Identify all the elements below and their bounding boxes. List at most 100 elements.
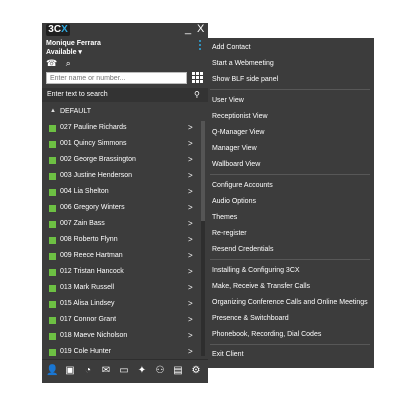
menu-divider — [210, 344, 370, 345]
menu-item-calls-help[interactable]: Make, Receive & Transfer Calls — [212, 283, 310, 290]
chevron-right-icon[interactable]: > — [188, 331, 193, 340]
menu-item-reregister[interactable]: Re-register — [212, 230, 247, 237]
menu-item-manager-view[interactable]: Manager View — [212, 145, 257, 152]
chevron-right-icon[interactable]: > — [188, 347, 193, 356]
search-icon[interactable]: ⌕ — [66, 58, 71, 68]
3cx-logo: 3CX — [46, 24, 70, 36]
contact-card-icon[interactable]: ▣ — [64, 365, 76, 377]
person-add-icon[interactable]: 👤 — [46, 365, 58, 377]
presence-available-icon — [49, 317, 56, 324]
presence-available-icon — [49, 285, 56, 292]
contact-name: 003 Justine Henderson — [60, 172, 132, 179]
status-dropdown[interactable]: Available ▾ — [46, 48, 82, 56]
chevron-right-icon[interactable]: > — [188, 283, 193, 292]
contact-name: 008 Roberto Flynn — [60, 236, 118, 243]
search-placeholder: Enter text to search — [47, 91, 108, 98]
scroll-thumb[interactable] — [201, 121, 205, 221]
list-item[interactable]: 018 Maeve Nicholson > — [42, 329, 200, 345]
chevron-right-icon[interactable]: > — [188, 235, 193, 244]
list-item[interactable]: 009 Reece Hartman > — [42, 249, 200, 265]
more-options-icon[interactable] — [198, 40, 202, 52]
list-item[interactable]: 008 Roberto Flynn > — [42, 233, 200, 249]
list-item[interactable]: 015 Alisa Lindsey > — [42, 297, 200, 313]
menu-divider — [210, 259, 370, 260]
menu-item-resend-credentials[interactable]: Resend Credentials — [212, 246, 273, 253]
menu-item-audio-options[interactable]: Audio Options — [212, 198, 256, 205]
chevron-right-icon[interactable]: > — [188, 203, 193, 212]
menu-item-show-blf[interactable]: Show BLF side panel — [212, 76, 278, 83]
chevron-right-icon[interactable]: > — [188, 219, 193, 228]
list-item[interactable]: 002 George Brassington > — [42, 153, 200, 169]
contact-list: 027 Pauline Richards > 001 Quincy Simmons… — [42, 121, 200, 356]
chevron-right-icon[interactable]: > — [188, 155, 193, 164]
presence-available-icon — [49, 157, 56, 164]
chevron-right-icon[interactable]: > — [188, 315, 193, 324]
list-item[interactable]: 001 Quincy Simmons > — [42, 137, 200, 153]
phone-icon[interactable]: ☎ — [46, 58, 57, 68]
list-item[interactable]: 013 Mark Russell > — [42, 281, 200, 297]
menu-item-qmanager-view[interactable]: Q-Manager View — [212, 129, 264, 136]
chevron-right-icon[interactable]: > — [188, 187, 193, 196]
presence-available-icon — [49, 221, 56, 228]
menu-item-add-contact[interactable]: Add Contact — [212, 44, 251, 51]
contact-name: 004 Lia Shelton — [60, 188, 109, 195]
search-icon[interactable]: ⚲ — [194, 90, 200, 99]
presence-available-icon — [49, 205, 56, 212]
contact-name: 009 Reece Hartman — [60, 252, 123, 259]
list-item[interactable]: 012 Tristan Hancock > — [42, 265, 200, 281]
list-item[interactable]: 006 Gregory Winters > — [42, 201, 200, 217]
menu-item-user-view[interactable]: User View — [212, 97, 244, 104]
presence-available-icon — [49, 301, 56, 308]
contact-list-scrollbar[interactable] — [201, 121, 205, 356]
list-item[interactable]: 019 Cole Hunter > — [42, 345, 200, 356]
menu-item-configure-accounts[interactable]: Configure Accounts — [212, 182, 273, 189]
group-header-default[interactable]: ▲ DEFAULT — [42, 105, 208, 119]
presence-available-icon — [49, 189, 56, 196]
list-item[interactable]: 007 Zain Bass > — [42, 217, 200, 233]
contact-name: 006 Gregory Winters — [60, 204, 125, 211]
dialpad-icon[interactable] — [192, 72, 204, 84]
contact-name: 019 Cole Hunter — [60, 348, 111, 355]
list-item[interactable]: 004 Lia Shelton > — [42, 185, 200, 201]
menu-item-themes[interactable]: Themes — [212, 214, 237, 221]
minimize-button[interactable]: _ — [185, 23, 191, 36]
presence-available-icon — [49, 269, 56, 276]
switchboard-icon[interactable]: ▤ — [172, 365, 184, 377]
contact-search-bar[interactable]: Enter text to search ⚲ — [42, 88, 208, 102]
call-history-icon[interactable]: ◔ — [82, 365, 94, 377]
menu-item-receptionist-view[interactable]: Receptionist View — [212, 113, 268, 120]
dial-number-input[interactable] — [46, 72, 187, 84]
collapse-arrow-icon[interactable]: ▲ — [50, 108, 56, 114]
menu-item-start-webmeeting[interactable]: Start a Webmeeting — [212, 60, 274, 67]
chat-icon[interactable]: ▭ — [118, 365, 130, 377]
list-item[interactable]: 003 Justine Henderson > — [42, 169, 200, 185]
close-button[interactable]: X — [197, 23, 204, 36]
conference-icon[interactable]: ⚇ — [154, 365, 166, 377]
contact-name: 017 Connor Grant — [60, 316, 117, 323]
group-label: DEFAULT — [60, 108, 91, 115]
contact-name: 018 Maeve Nicholson — [60, 332, 128, 339]
chevron-right-icon[interactable]: > — [188, 139, 193, 148]
chevron-right-icon[interactable]: > — [188, 251, 193, 260]
settings-icon[interactable]: ⚙ — [190, 365, 202, 377]
chevron-right-icon[interactable]: > — [188, 123, 193, 132]
presence-available-icon — [49, 141, 56, 148]
menu-item-phonebook-help[interactable]: Phonebook, Recording, Dial Codes — [212, 331, 321, 338]
menu-item-presence-help[interactable]: Presence & Switchboard — [212, 315, 289, 322]
title-bar: 3CX _ X — [42, 23, 208, 37]
presence-icon[interactable]: ✦ — [136, 365, 148, 377]
voicemail-icon[interactable]: ✉ — [100, 365, 112, 377]
menu-item-wallboard-view[interactable]: Wallboard View — [212, 161, 260, 168]
user-name: Monique Ferrara — [46, 40, 101, 47]
chevron-right-icon[interactable]: > — [188, 267, 193, 276]
menu-item-installing-help[interactable]: Installing & Configuring 3CX — [212, 267, 300, 274]
list-item[interactable]: 027 Pauline Richards > — [42, 121, 200, 137]
menu-item-exit-client[interactable]: Exit Client — [212, 351, 244, 358]
list-item[interactable]: 017 Connor Grant > — [42, 313, 200, 329]
chevron-right-icon[interactable]: > — [188, 299, 193, 308]
chevron-right-icon[interactable]: > — [188, 171, 193, 180]
3cx-client-window: 3CX _ X Monique Ferrara Available ▾ ☎ ⌕ … — [42, 23, 208, 383]
menu-item-conference-help[interactable]: Organizing Conference Calls and Online M… — [212, 299, 368, 306]
presence-available-icon — [49, 253, 56, 260]
presence-available-icon — [49, 333, 56, 340]
